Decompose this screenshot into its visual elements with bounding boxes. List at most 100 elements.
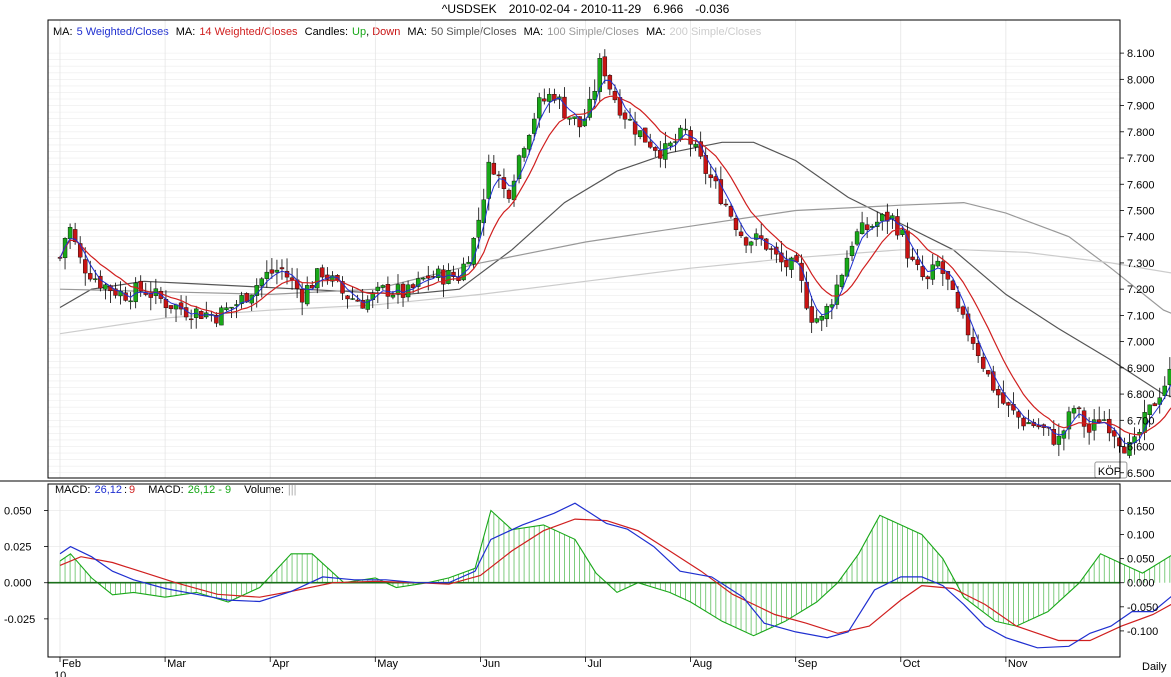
- candle-down: [910, 256, 915, 260]
- candle-up: [592, 91, 597, 100]
- price-y-tick-label: 7.500: [1127, 205, 1155, 217]
- candle-up: [466, 261, 471, 265]
- candle-up: [572, 116, 577, 119]
- candle-up: [350, 298, 355, 300]
- candle-up: [839, 274, 845, 288]
- candle-up: [526, 135, 532, 150]
- price-ma-line: [59, 141, 1171, 398]
- macd-grid: [48, 484, 1120, 657]
- candle-down: [743, 237, 749, 246]
- price-y-tick-label: 6.600: [1127, 442, 1155, 454]
- candle-down: [940, 261, 946, 274]
- candle-down: [1081, 410, 1087, 427]
- candle-down: [653, 147, 658, 151]
- month-label: Aug: [693, 658, 713, 670]
- candle-down: [188, 318, 194, 321]
- candle-up: [67, 226, 73, 239]
- candle-down: [1097, 419, 1102, 423]
- candle-up: [567, 117, 572, 120]
- candle-down: [355, 299, 360, 302]
- candle-down: [658, 150, 663, 159]
- candle-down: [723, 203, 729, 206]
- candle-down: [183, 307, 189, 318]
- candle-down: [915, 259, 920, 265]
- macd-y-tick-label-left: 0.025: [4, 542, 32, 554]
- candle-down: [1006, 402, 1011, 406]
- macd-y-tick-label-right: 0.100: [1127, 530, 1155, 542]
- candle-up: [93, 278, 98, 280]
- chart-canvas: 6.500 6.600 6.700 6.800 6.900 7.000 7.100 7.200…: [0, 19, 1171, 677]
- candle-up: [930, 264, 935, 280]
- candle-up: [1091, 419, 1097, 431]
- candle-up: [814, 318, 819, 323]
- candle-up: [421, 277, 426, 280]
- candle-down: [864, 224, 870, 230]
- candle-down: [960, 306, 966, 315]
- macd-y-tick-label-right: 0.050: [1127, 554, 1155, 566]
- candle-up: [693, 143, 698, 148]
- price-ma-line: [59, 249, 1171, 335]
- price-y-tick-label: 7.400: [1127, 232, 1155, 244]
- macd-y-tick-label-right: -0.050: [1127, 602, 1158, 614]
- price-y-tick-label: 7.900: [1127, 101, 1155, 113]
- candle-down: [1016, 411, 1021, 418]
- candle-up: [935, 260, 940, 267]
- candle-up: [537, 97, 542, 119]
- candle-up: [103, 284, 108, 290]
- candle-up: [375, 286, 381, 291]
- candle-up: [1147, 404, 1152, 415]
- candle-up: [1056, 435, 1062, 445]
- candle-down: [895, 216, 900, 236]
- macd-signal-line: [59, 518, 1171, 642]
- candle-down: [88, 273, 93, 280]
- candle-down: [426, 275, 431, 279]
- candle-up: [859, 222, 865, 234]
- candle-down: [385, 284, 391, 297]
- candle-up: [446, 270, 451, 284]
- price-y-tick-label: 8.100: [1127, 48, 1155, 60]
- candle-down: [1076, 407, 1082, 410]
- candle-down: [320, 267, 325, 278]
- price-y-tick-label: 7.000: [1127, 337, 1155, 349]
- candle-up: [516, 155, 522, 179]
- candle-down: [168, 305, 174, 309]
- candle-up: [264, 271, 270, 279]
- month-label: Nov: [1008, 658, 1028, 670]
- candle-down: [764, 238, 769, 250]
- ma5-weighted-line: [59, 79, 1171, 446]
- month-label: Oct: [903, 658, 920, 670]
- candle-down: [602, 56, 608, 77]
- candle-up: [224, 307, 229, 311]
- candle-down: [784, 259, 789, 268]
- candle-up: [219, 307, 224, 326]
- price-y-tick-label: 7.200: [1127, 284, 1155, 296]
- price-y-tick-label: 7.100: [1127, 310, 1155, 322]
- candle-down: [345, 295, 350, 300]
- candle-down: [299, 289, 305, 303]
- candle-up: [663, 143, 668, 160]
- price-y-tick-label: 7.300: [1127, 258, 1155, 270]
- candle-down: [738, 231, 744, 236]
- candle-up: [819, 316, 824, 321]
- candle-down: [542, 98, 547, 102]
- candle-down: [622, 112, 628, 120]
- candle-down: [708, 174, 713, 179]
- candle-down: [955, 291, 961, 309]
- candle-up: [521, 148, 527, 158]
- macd-y-tick-label-right: 0.150: [1127, 505, 1155, 517]
- candle-up: [380, 285, 386, 288]
- period-label: Daily: [1142, 661, 1167, 673]
- candle-down: [925, 276, 930, 280]
- candle-up: [1026, 422, 1031, 425]
- macd-y-tick-label-right: 0.000: [1127, 578, 1155, 590]
- candle-down: [289, 277, 295, 280]
- candle-up: [229, 306, 234, 309]
- candle-down: [975, 343, 981, 357]
- candle-up: [547, 93, 552, 102]
- price-panel-frame: [47, 19, 1121, 479]
- candle-down: [279, 267, 285, 270]
- macd-line: [59, 502, 1171, 649]
- price-y-tick-label: 6.900: [1127, 363, 1155, 375]
- candle-up: [1102, 419, 1107, 421]
- macd-y-tick-label-left: -0.025: [4, 614, 35, 626]
